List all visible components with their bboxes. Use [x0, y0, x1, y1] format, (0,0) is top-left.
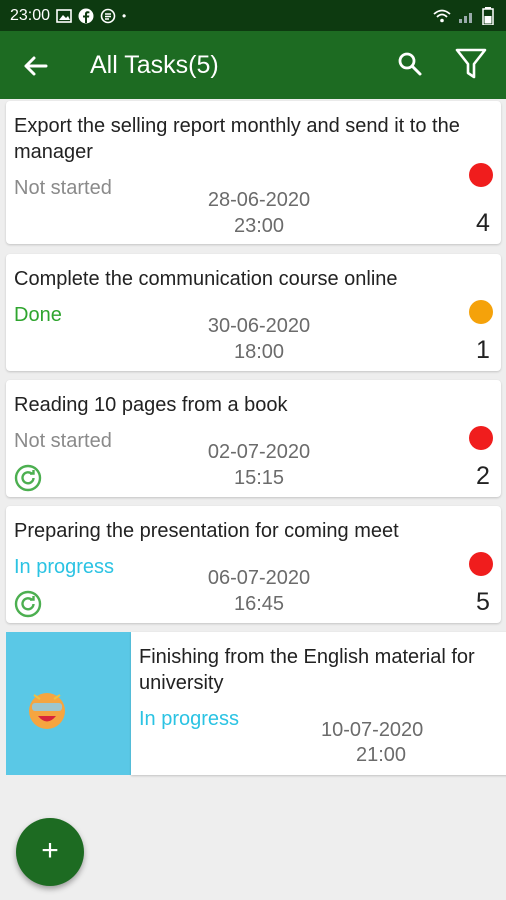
task-name: Complete the communication course online [14, 268, 398, 290]
task-status: In progress [139, 708, 240, 730]
priority-number: 2 [476, 462, 490, 490]
task-card[interactable]: Export the selling report monthly and se… [6, 101, 501, 244]
add-task-button[interactable]: + [16, 818, 84, 886]
status-bar: 23:00 • [0, 0, 506, 31]
task-date: 30-06-2020 [207, 315, 311, 337]
task-time: 18:00 [233, 341, 285, 363]
task-name: Finishing from the English material for … [139, 646, 475, 694]
app-bar: All Tasks(5) [0, 31, 506, 99]
task-card[interactable]: Finishing from the English material for … [131, 632, 506, 775]
priority-dot [469, 300, 493, 324]
task-name: Export the selling report monthly and se… [14, 115, 460, 163]
page-title: All Tasks(5) [90, 51, 219, 79]
task-time: 15:15 [233, 467, 285, 489]
wifi-icon [433, 9, 451, 22]
task-date: 10-07-2020 [321, 719, 424, 741]
task-name: Reading 10 pages from a book [14, 394, 288, 416]
task-time: 16:45 [233, 593, 285, 615]
task-date: 28-06-2020 [207, 189, 311, 211]
priority-dot [469, 552, 493, 576]
swipe-action-background[interactable] [6, 632, 134, 775]
task-date: 02-07-2020 [207, 441, 311, 463]
priority-number: 5 [476, 588, 490, 616]
filter-icon[interactable] [455, 47, 487, 81]
status-time: 23:00 [10, 6, 51, 24]
task-card[interactable]: Complete the communication course online… [6, 254, 501, 371]
task-date: 06-07-2020 [207, 567, 311, 589]
priority-dot [469, 426, 493, 450]
party-emoji-icon [29, 693, 65, 729]
app-notification-icon [100, 8, 116, 23]
task-card[interactable]: Reading 10 pages from a book Not started… [6, 380, 501, 497]
signal-icon [459, 12, 472, 23]
task-time: 23:00 [233, 215, 285, 237]
task-card[interactable]: Preparing the presentation for coming me… [6, 506, 501, 623]
battery-icon [482, 6, 494, 25]
facebook-icon [78, 8, 94, 23]
back-arrow-icon[interactable] [20, 51, 50, 81]
task-time: 21:00 [356, 744, 407, 766]
gallery-icon [56, 8, 72, 23]
search-icon[interactable] [397, 51, 423, 77]
more-notifications-dot: • [122, 8, 127, 23]
task-name: Preparing the presentation for coming me… [14, 520, 399, 542]
priority-dot [469, 163, 493, 187]
priority-number: 1 [476, 336, 490, 364]
priority-number: 4 [476, 209, 490, 237]
plus-icon: + [41, 834, 59, 867]
